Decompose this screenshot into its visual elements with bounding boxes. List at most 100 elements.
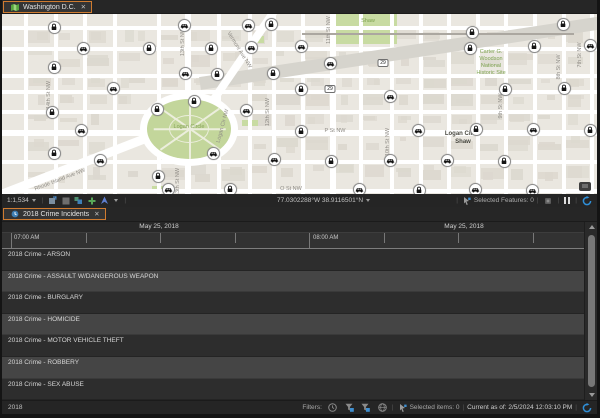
map-scale-value[interactable]: 1:1,534 (7, 197, 29, 204)
scroll-down-button[interactable] (585, 390, 598, 400)
street-label: 14th St NW (46, 81, 52, 109)
coordinates-display[interactable]: 77.0302288°W 38.9116501°N (277, 197, 373, 204)
lock-marker-icon[interactable] (48, 147, 61, 160)
building-block (400, 137, 406, 141)
car-marker-icon[interactable] (384, 154, 397, 167)
street-label: Historic Site (476, 70, 505, 76)
chevron-down-icon[interactable] (114, 199, 118, 202)
add-feature-icon[interactable] (87, 196, 97, 206)
timeline-row[interactable]: 2018 Crime - MOTOR VEHICLE THEFT (2, 335, 584, 357)
timeline-row[interactable]: 2018 Crime - ASSAULT W/DANGEROUS WEAPON (2, 271, 584, 293)
timeline-scrollbar[interactable] (584, 222, 597, 400)
time-filter-icon[interactable] (328, 403, 338, 413)
basemap-icon[interactable] (61, 196, 71, 206)
lock-marker-icon[interactable] (224, 183, 237, 195)
close-icon[interactable]: ✕ (94, 210, 99, 218)
car-marker-icon[interactable] (77, 42, 90, 55)
car-marker-icon[interactable] (179, 67, 192, 80)
lock-marker-icon[interactable] (499, 83, 512, 96)
select-cursor-icon[interactable] (462, 196, 472, 206)
lock-marker-icon[interactable] (48, 61, 61, 74)
car-marker-icon[interactable] (384, 90, 397, 103)
lock-marker-icon[interactable] (528, 40, 541, 53)
car-marker-icon[interactable] (207, 147, 220, 160)
map-canvas[interactable]: 292914th St NW13th St NWVermont Ave NW11… (2, 14, 597, 194)
pause-drawing-icon[interactable] (564, 197, 570, 204)
lock-marker-icon[interactable] (211, 68, 224, 81)
lock-marker-icon[interactable] (267, 67, 280, 80)
lock-marker-icon[interactable] (470, 123, 483, 136)
lock-marker-icon[interactable] (188, 95, 201, 108)
tab-washington-dc[interactable]: Washington D.C. ✕ (3, 1, 92, 13)
building-block (538, 115, 551, 119)
lock-marker-icon[interactable] (152, 170, 165, 183)
building-block (365, 165, 384, 177)
refresh-icon[interactable] (582, 403, 592, 413)
car-marker-icon[interactable] (441, 154, 454, 167)
lock-marker-icon[interactable] (151, 103, 164, 116)
timeline-row[interactable]: 2018 Crime - ARSON (2, 249, 584, 271)
lock-marker-icon[interactable] (498, 155, 511, 168)
timeline-row[interactable]: 2018 Crime - ROBBERY (2, 357, 584, 379)
building-block (364, 116, 377, 121)
timeline-time-ruler[interactable]: 07:00 AM08:00 AM (2, 233, 584, 249)
car-marker-icon[interactable] (324, 57, 337, 70)
scrollbar-thumb[interactable] (588, 235, 595, 387)
lock-marker-icon[interactable] (46, 106, 59, 119)
car-marker-icon[interactable] (295, 40, 308, 53)
lock-marker-icon[interactable] (558, 82, 571, 95)
attribute-filter-icon[interactable] (344, 403, 354, 413)
map-status-bar: 1:1,534 | | 77.0302288°W 38.9116501°N | (2, 194, 597, 207)
chevron-down-icon[interactable] (32, 199, 36, 202)
car-marker-icon[interactable] (412, 124, 425, 137)
add-data-icon[interactable] (48, 196, 58, 206)
timeline-tick (11, 233, 12, 248)
lock-marker-icon[interactable] (48, 21, 61, 34)
select-cursor-icon[interactable] (398, 403, 408, 413)
map-status-right: | Selected Features: 0 | | | (453, 196, 593, 206)
spatial-filter-icon[interactable] (377, 403, 387, 413)
car-marker-icon[interactable] (268, 153, 281, 166)
lock-marker-icon[interactable] (265, 18, 278, 31)
building-block (485, 78, 498, 86)
chevron-down-icon[interactable] (366, 199, 370, 202)
lock-marker-icon[interactable] (205, 42, 218, 55)
car-marker-icon[interactable] (469, 183, 482, 195)
lock-marker-icon[interactable] (584, 124, 597, 137)
navigate-icon[interactable] (100, 196, 110, 206)
range-filter-icon[interactable] (361, 403, 371, 413)
timeline-row[interactable]: 2018 Crime - SEX ABUSE (2, 379, 584, 400)
lock-marker-icon[interactable] (143, 42, 156, 55)
car-marker-icon[interactable] (584, 39, 597, 52)
map-overview-control[interactable] (579, 182, 591, 191)
layers-icon[interactable] (74, 196, 84, 206)
close-icon[interactable]: ✕ (81, 3, 86, 11)
car-marker-icon[interactable] (353, 183, 366, 195)
car-marker-icon[interactable] (527, 123, 540, 136)
lock-marker-icon[interactable] (295, 125, 308, 138)
scroll-up-button[interactable] (585, 222, 598, 232)
lock-marker-icon[interactable] (466, 26, 479, 39)
building-block (341, 95, 348, 105)
lock-marker-icon[interactable] (557, 18, 570, 31)
snapping-icon[interactable] (543, 196, 553, 206)
lock-marker-icon[interactable] (413, 184, 426, 195)
timeline-row[interactable]: 2018 Crime - BURGLARY (2, 292, 584, 314)
building-block (451, 167, 471, 177)
car-marker-icon[interactable] (240, 104, 253, 117)
refresh-icon[interactable] (582, 196, 592, 206)
car-marker-icon[interactable] (245, 41, 258, 54)
car-marker-icon[interactable] (242, 19, 255, 32)
car-marker-icon[interactable] (75, 124, 88, 137)
building-block (399, 95, 408, 105)
timeline-row[interactable]: 2018 Crime - HOMICIDE (2, 314, 584, 336)
car-marker-icon[interactable] (162, 183, 175, 195)
car-marker-icon[interactable] (526, 184, 539, 195)
lock-marker-icon[interactable] (295, 83, 308, 96)
car-marker-icon[interactable] (107, 82, 120, 95)
car-marker-icon[interactable] (178, 19, 191, 32)
lock-marker-icon[interactable] (325, 155, 338, 168)
lock-marker-icon[interactable] (464, 42, 477, 55)
tab-2018-crime-incidents[interactable]: 2018 Crime Incidents ✕ (3, 208, 106, 220)
car-marker-icon[interactable] (94, 154, 107, 167)
